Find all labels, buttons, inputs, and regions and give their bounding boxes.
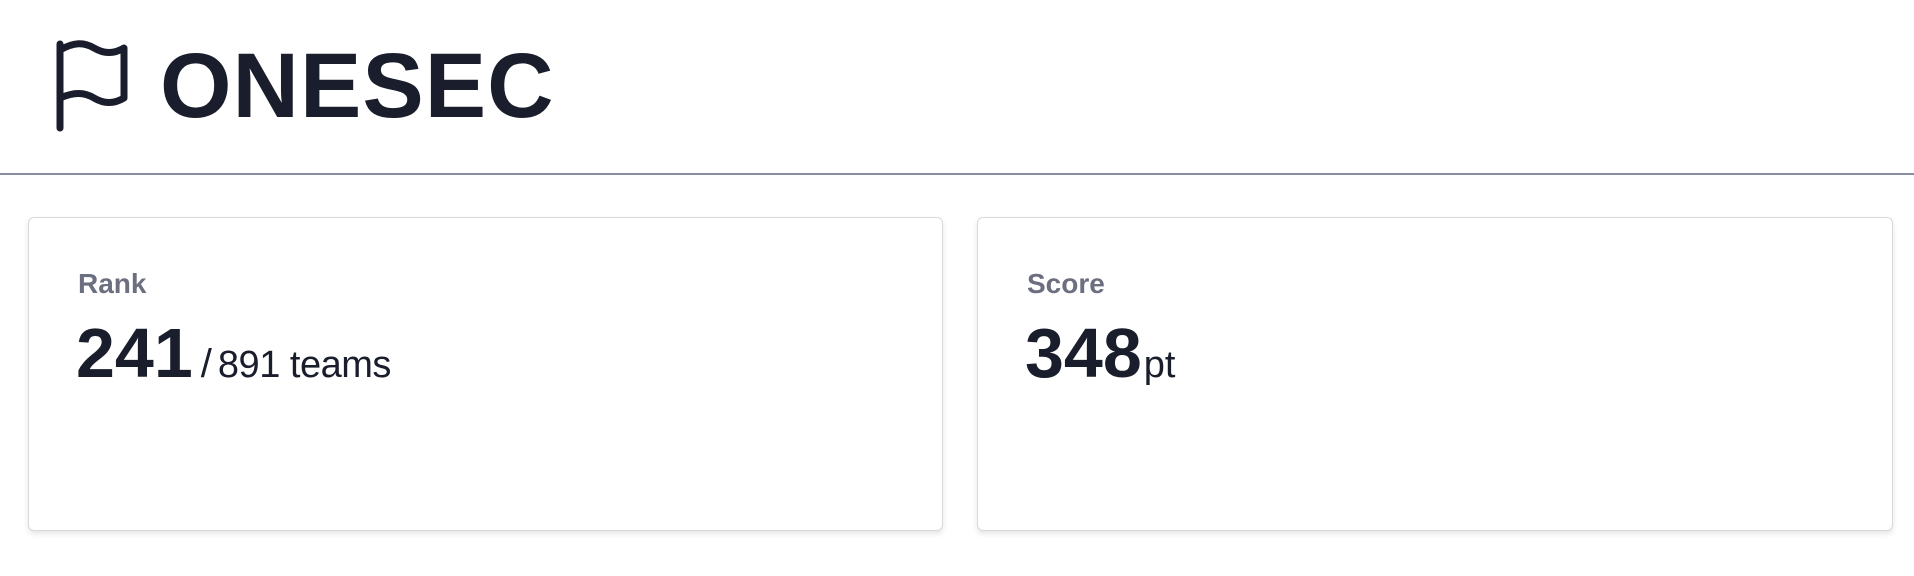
- score-value-row: 348 pt: [1025, 318, 1176, 388]
- rank-value-row: 241 / 891 teams: [76, 318, 391, 388]
- rank-card: Rank 241 / 891 teams: [28, 217, 943, 531]
- score-value: 348: [1025, 314, 1142, 392]
- rank-total-teams: 891 teams: [217, 344, 391, 386]
- page-header: ONESEC: [0, 0, 1914, 175]
- rank-separator: /: [200, 342, 212, 386]
- team-brand: ONESEC: [54, 40, 555, 132]
- rank-value: 241: [76, 314, 193, 392]
- score-card: Score 348 pt: [977, 217, 1893, 531]
- rank-label: Rank: [78, 268, 147, 299]
- team-name: ONESEC: [160, 35, 555, 137]
- score-unit: pt: [1143, 344, 1176, 386]
- flag-icon: [56, 40, 128, 132]
- score-label: Score: [1027, 268, 1105, 299]
